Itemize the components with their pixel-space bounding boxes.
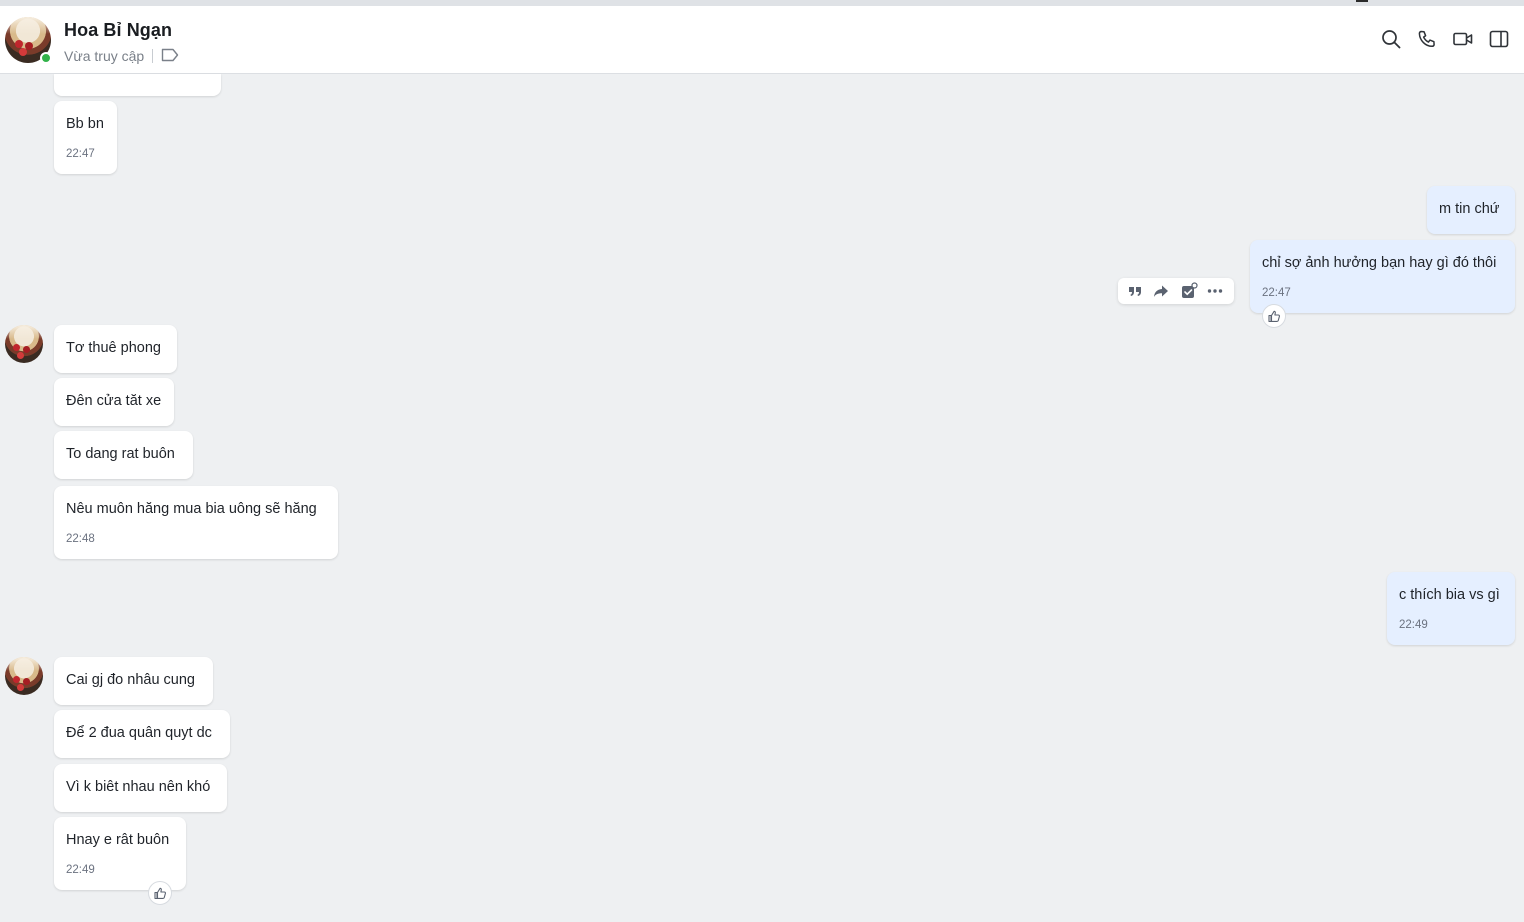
message-text: Để 2 đua quân quyt dc <box>66 725 212 741</box>
quote-icon[interactable] <box>1126 282 1144 300</box>
message-bubble-outgoing[interactable]: c thích bia vs gì 22:49 <box>1387 572 1515 645</box>
online-status-dot <box>40 52 52 64</box>
message-time: 22:48 <box>66 533 95 545</box>
like-reaction-button[interactable] <box>1262 304 1286 328</box>
label-tag-icon[interactable] <box>161 48 179 62</box>
window-indicator <box>1356 0 1368 2</box>
message-bubble-incoming[interactable]: Bb bn 22:47 <box>54 101 117 174</box>
contact-status: Vừa truy cập <box>64 48 145 64</box>
message-bubble-outgoing[interactable]: chỉ sợ ảnh hưởng bạn hay gì đó thôi 22:4… <box>1250 240 1515 313</box>
message-bubble-incoming[interactable]: Cai gj đo nhâu cung <box>54 657 213 705</box>
message-time: 22:49 <box>1399 619 1428 631</box>
task-icon[interactable] <box>1180 282 1198 300</box>
message-time: 22:47 <box>66 148 95 160</box>
message-text: Tơ thuê phong <box>66 340 161 356</box>
message-text: m tin chứ <box>1439 201 1500 217</box>
like-reaction-button[interactable] <box>148 881 172 905</box>
sender-avatar[interactable] <box>5 657 43 695</box>
message-bubble-incoming[interactable] <box>54 74 221 96</box>
status-divider <box>152 49 153 63</box>
message-text: Vì k biêt nhau nên khó <box>66 779 211 795</box>
message-bubble-incoming[interactable]: Nêu muôn hăng mua bia uông sẽ hăng 22:48 <box>54 486 338 559</box>
thumbs-up-icon <box>154 887 166 900</box>
thumbs-up-icon <box>1268 310 1280 323</box>
message-text: chỉ sợ ảnh hưởng bạn hay gì đó thôi <box>1262 255 1497 271</box>
message-text: Bb bn <box>66 116 104 132</box>
message-bubble-incoming[interactable]: Để 2 đua quân quyt dc <box>54 710 230 758</box>
chat-header: Hoa Bỉ Ngạn Vừa truy cập <box>0 6 1524 74</box>
message-action-toolbar <box>1118 278 1234 304</box>
message-bubble-incoming[interactable]: Tơ thuê phong <box>54 325 177 373</box>
message-text: c thích bia vs gì <box>1399 587 1500 603</box>
message-bubble-incoming[interactable]: Đên cửa tăt xe <box>54 378 174 426</box>
forward-icon[interactable] <box>1152 282 1170 300</box>
search-icon[interactable] <box>1380 28 1402 50</box>
sender-avatar[interactable] <box>5 325 43 363</box>
contact-name[interactable]: Hoa Bỉ Ngạn <box>64 20 172 41</box>
message-bubble-outgoing[interactable]: m tin chứ <box>1427 186 1515 234</box>
message-time: 22:47 <box>1262 287 1291 299</box>
message-time: 22:49 <box>66 864 95 876</box>
message-bubble-incoming[interactable]: To dang rat buôn <box>54 431 193 479</box>
message-text: Đên cửa tăt xe <box>66 393 162 409</box>
message-text: Nêu muôn hăng mua bia uông sẽ hăng <box>66 501 317 517</box>
phone-icon[interactable] <box>1416 28 1438 50</box>
message-text: Cai gj đo nhâu cung <box>66 672 195 688</box>
message-bubble-incoming[interactable]: Hnay e rât buôn 22:49 <box>54 817 186 890</box>
more-icon[interactable] <box>1206 282 1224 300</box>
sidebar-toggle-icon[interactable] <box>1488 28 1510 50</box>
message-bubble-incoming[interactable]: Vì k biêt nhau nên khó <box>54 764 227 812</box>
message-text: To dang rat buôn <box>66 446 175 462</box>
video-call-icon[interactable] <box>1452 28 1474 50</box>
message-text: Hnay e rât buôn <box>66 832 170 848</box>
